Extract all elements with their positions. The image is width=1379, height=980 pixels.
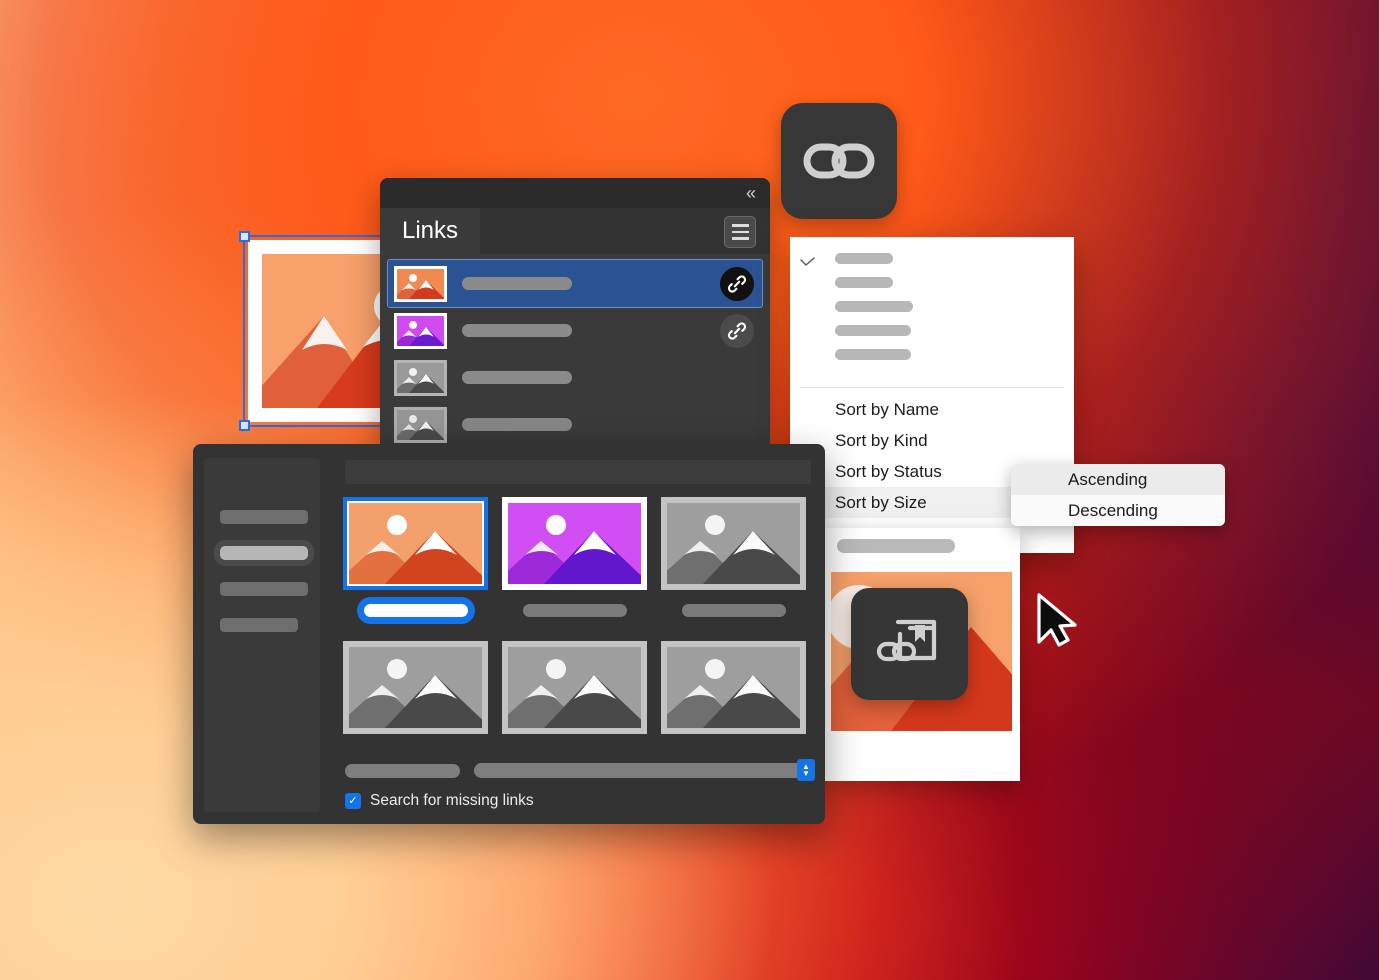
- chevron-down-glyph: ▼: [802, 769, 810, 778]
- link-thumbnail-gray: [394, 359, 447, 396]
- screenshot-root: « Links Sort by Name Sort by Kind Sort b…: [0, 0, 1379, 980]
- mountain-illustration-gray: [394, 409, 445, 440]
- link-name-placeholder: [462, 418, 572, 431]
- grid-cell[interactable]: [343, 497, 488, 617]
- link-status-badge[interactable]: [720, 266, 754, 301]
- link-name-placeholder: [462, 371, 572, 384]
- link-thumbnail-purple: [394, 312, 447, 349]
- links-panel-tabbar: Links: [380, 208, 770, 254]
- link-chain-icon: [803, 143, 875, 179]
- link-status-badge[interactable]: [720, 313, 754, 348]
- link-name-placeholder: [462, 277, 572, 290]
- tab-links[interactable]: Links: [380, 208, 481, 254]
- thumbnail-orange-selected[interactable]: [343, 497, 488, 590]
- mountain-illustration-orange: [394, 268, 445, 299]
- link-row[interactable]: [388, 354, 762, 401]
- link-row[interactable]: [387, 259, 763, 308]
- thumbnail-grid: [343, 497, 813, 734]
- hamburger-line: [731, 224, 749, 227]
- grid-cell[interactable]: [343, 641, 488, 734]
- thumbnail-gray[interactable]: [661, 641, 806, 734]
- sort-menu-skeleton-top: [790, 237, 1074, 383]
- links-panel-titlebar: «: [380, 178, 770, 208]
- sort-by-kind-item[interactable]: Sort by Kind: [790, 425, 1074, 456]
- sort-direction-submenu: Ascending Descending: [1011, 464, 1225, 526]
- place-dialog-panel: ▲ ▼ ✓ Search for missing links: [193, 444, 825, 824]
- thumbnail-label-selected: [363, 604, 468, 617]
- sort-by-name-item[interactable]: Sort by Name: [790, 394, 1074, 425]
- link-name-placeholder: [462, 324, 572, 337]
- link-chain-icon: [727, 321, 747, 340]
- file-name-field[interactable]: [345, 763, 460, 778]
- thumbnail-purple[interactable]: [502, 497, 647, 590]
- link-thumbnail-orange: [394, 265, 447, 302]
- file-type-select[interactable]: ▲ ▼: [474, 759, 815, 781]
- links-list: [380, 254, 770, 448]
- thumbnail-gray[interactable]: [661, 497, 806, 590]
- link-thumbnail-gray: [394, 406, 447, 443]
- dialog-path-bar[interactable]: [345, 460, 811, 484]
- relink-placed-image-icon: [876, 619, 936, 662]
- mountain-illustration-orange: [343, 503, 488, 584]
- mouse-cursor: [1035, 592, 1079, 653]
- sidebar-item-selected[interactable]: [220, 546, 308, 560]
- hamburger-menu-icon[interactable]: [724, 216, 756, 248]
- checkmark-glyph: [800, 257, 815, 266]
- search-missing-links-row[interactable]: ✓ Search for missing links: [345, 792, 534, 810]
- submenu-item-descending[interactable]: Descending: [1011, 495, 1225, 526]
- links-panel-title: Links: [402, 217, 459, 244]
- menu-item-placeholder[interactable]: [835, 349, 911, 360]
- thumbnail-label: [681, 604, 786, 617]
- thumbnail-label: [522, 604, 627, 617]
- search-missing-links-label: Search for missing links: [370, 792, 534, 809]
- arrow-pointer-icon: [1037, 593, 1077, 647]
- menu-item-placeholder[interactable]: [835, 253, 893, 264]
- search-missing-links-checkbox[interactable]: ✓: [345, 793, 361, 809]
- menu-item-placeholder[interactable]: [835, 301, 913, 312]
- link-row[interactable]: [388, 307, 762, 354]
- link-row[interactable]: [388, 401, 762, 448]
- sidebar-item[interactable]: [220, 582, 308, 596]
- menu-divider: [800, 387, 1064, 388]
- collapse-panel-icon[interactable]: «: [746, 184, 756, 202]
- checkmark-icon: [800, 255, 815, 270]
- mountain-illustration-gray: [502, 647, 647, 728]
- hamburger-line: [731, 237, 749, 240]
- link-app-icon[interactable]: [781, 103, 897, 219]
- mountain-illustration-gray: [343, 647, 488, 728]
- menu-item-placeholder[interactable]: [835, 277, 893, 288]
- mountain-illustration-gray: [661, 647, 806, 728]
- grid-cell[interactable]: [661, 641, 806, 734]
- thumbnail-gray[interactable]: [343, 641, 488, 734]
- sidebar-item[interactable]: [220, 510, 308, 524]
- dialog-sidebar: [204, 458, 320, 812]
- submenu-item-ascending[interactable]: Ascending: [1011, 464, 1225, 495]
- mountain-illustration-purple: [502, 503, 647, 584]
- sidebar-item[interactable]: [220, 618, 298, 632]
- hamburger-line: [731, 230, 749, 234]
- up-down-arrows-icon[interactable]: ▲ ▼: [797, 759, 815, 781]
- relink-image-icon[interactable]: [851, 588, 968, 700]
- checkmark-glyph: ✓: [348, 794, 358, 807]
- grid-cell[interactable]: [502, 497, 647, 617]
- grid-cell[interactable]: [502, 641, 647, 734]
- mountain-illustration-purple: [394, 315, 445, 346]
- mountain-illustration-gray: [661, 503, 806, 584]
- grid-cell[interactable]: [661, 497, 806, 617]
- thumbnail-gray[interactable]: [502, 641, 647, 734]
- links-panel: « Links: [380, 178, 770, 448]
- link-chain-icon: [727, 274, 747, 293]
- mountain-illustration-gray: [394, 362, 445, 393]
- card-caption-placeholder: [837, 539, 955, 553]
- menu-item-placeholder[interactable]: [835, 325, 911, 336]
- dialog-bottom-fields: ▲ ▼: [345, 759, 815, 781]
